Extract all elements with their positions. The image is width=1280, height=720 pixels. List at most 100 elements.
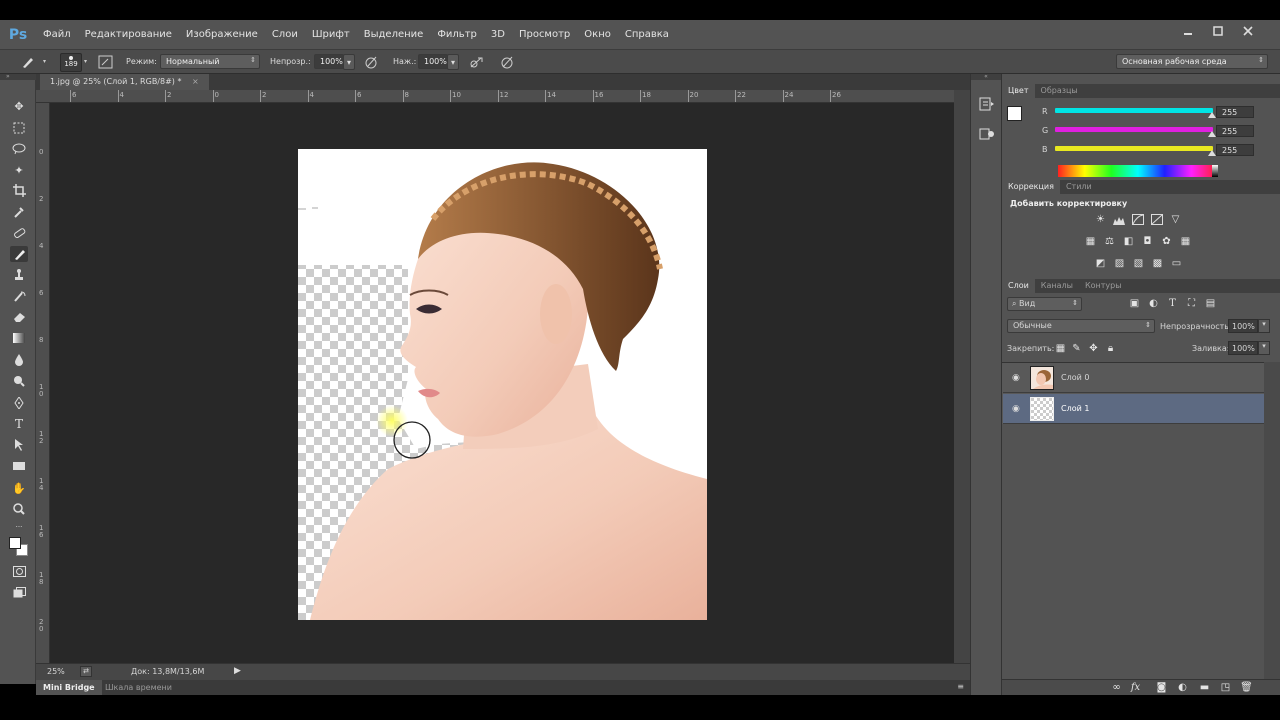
opacity-dropdown-icon[interactable]: ▾ — [343, 54, 355, 70]
opacity-field[interactable]: 100% — [314, 54, 344, 69]
pen-pressure-size-icon[interactable] — [499, 55, 515, 69]
menu-item[interactable]: Фильтр — [430, 20, 484, 49]
invert-icon[interactable]: ◩ — [1094, 258, 1107, 269]
quick-mask-icon[interactable] — [10, 563, 28, 579]
brush-picker-arrow-icon[interactable]: ▾ — [84, 58, 87, 65]
curves-icon[interactable] — [1131, 214, 1144, 225]
fill-field[interactable]: 100% — [1228, 341, 1258, 355]
slider-handle-icon[interactable] — [1208, 150, 1216, 156]
document-tab[interactable]: 1.jpg @ 25% (Слой 1, RGB/8#) * × — [40, 74, 209, 90]
blur-tool-icon[interactable] — [10, 352, 28, 368]
workspace-select[interactable]: Основная рабочая среда ⇕ — [1116, 54, 1268, 69]
lock-pixels-icon[interactable]: ✎ — [1070, 343, 1083, 354]
black-white-icon[interactable]: ◧ — [1122, 236, 1135, 247]
airbrush-icon[interactable] — [469, 55, 485, 69]
foreground-color-swatch[interactable] — [9, 537, 21, 549]
vertical-scrollbar[interactable] — [954, 90, 970, 663]
menu-item[interactable]: Шрифт — [305, 20, 357, 49]
gradient-tool-icon[interactable] — [10, 330, 28, 346]
fill-dropdown-icon[interactable]: ▾ — [1258, 341, 1270, 355]
color-balance-icon[interactable]: ⚖ — [1103, 236, 1116, 247]
tab-adjustments[interactable]: Коррекция — [1002, 180, 1060, 194]
tab-layers[interactable]: Слои — [1002, 279, 1035, 293]
canvas-area[interactable] — [50, 103, 954, 663]
menu-item[interactable]: Изображение — [179, 20, 265, 49]
channel-value[interactable]: 255 — [1216, 144, 1254, 156]
tab-styles[interactable]: Стили — [1060, 180, 1098, 194]
vibrance-icon[interactable]: ▽ — [1169, 214, 1182, 225]
quick-selection-tool-icon[interactable]: ✦ — [10, 162, 28, 178]
filter-type-icon[interactable]: T — [1166, 298, 1179, 309]
minimize-icon[interactable] — [1180, 24, 1196, 38]
lock-position-icon[interactable]: ✥ — [1087, 343, 1100, 354]
lock-transparent-icon[interactable]: ▦ — [1054, 343, 1067, 354]
visibility-eye-icon[interactable]: ◉ — [1012, 373, 1020, 383]
menu-item[interactable]: Выделение — [357, 20, 431, 49]
blend-mode-select[interactable]: Обычные ⇕ — [1007, 319, 1155, 333]
eraser-tool-icon[interactable] — [10, 309, 28, 325]
toolbar-collapse-icon[interactable]: » — [0, 74, 36, 80]
channel-slider[interactable] — [1055, 108, 1213, 113]
color-spectrum-bar[interactable] — [1058, 165, 1218, 177]
type-tool-icon[interactable]: T — [10, 416, 28, 432]
dodge-tool-icon[interactable] — [10, 373, 28, 389]
exposure-icon[interactable] — [1150, 214, 1163, 225]
menu-item[interactable]: 3D — [484, 20, 512, 49]
zoom-tool-icon[interactable] — [10, 501, 28, 517]
channel-slider[interactable] — [1055, 127, 1213, 132]
more-tools-icon[interactable]: ··· — [10, 519, 28, 535]
pen-tool-icon[interactable] — [10, 395, 28, 411]
filter-smart-object-icon[interactable]: ▤ — [1204, 298, 1217, 309]
posterize-icon[interactable]: ▨ — [1113, 258, 1126, 269]
menu-item[interactable]: Редактирование — [78, 20, 179, 49]
path-selection-tool-icon[interactable] — [10, 437, 28, 453]
tool-preset-arrow-icon[interactable]: ▾ — [43, 58, 46, 65]
link-layers-icon[interactable]: ∞ — [1110, 682, 1123, 693]
hand-tool-icon[interactable]: ✋ — [10, 480, 28, 496]
status-export-icon[interactable]: ⇄ — [80, 666, 92, 677]
levels-icon[interactable] — [1112, 214, 1125, 225]
filter-pixel-icon[interactable]: ▣ — [1128, 298, 1141, 309]
screen-mode-icon[interactable] — [10, 584, 28, 600]
layers-scrollbar[interactable] — [1264, 362, 1280, 684]
mode-select[interactable]: Нормальный ⇕ — [160, 54, 260, 69]
channel-mixer-icon[interactable]: ✿ — [1160, 236, 1173, 247]
close-window-icon[interactable] — [1240, 24, 1256, 38]
layer-row-selected[interactable]: ◉ Слой 1 — [1003, 394, 1264, 424]
photo-filter-icon[interactable]: ◘ — [1141, 236, 1154, 247]
crop-tool-icon[interactable] — [10, 182, 28, 198]
document-canvas[interactable] — [298, 149, 707, 620]
move-tool-icon[interactable]: ✥ — [10, 98, 28, 114]
panel-menu-icon[interactable]: ≡ — [957, 682, 964, 691]
brush-tool-icon[interactable] — [20, 55, 36, 69]
healing-brush-tool-icon[interactable] — [10, 225, 28, 241]
rectangle-tool-icon[interactable] — [10, 458, 28, 474]
channel-slider[interactable] — [1055, 146, 1213, 151]
menu-item[interactable]: Просмотр — [512, 20, 577, 49]
close-document-icon[interactable]: × — [192, 77, 199, 86]
tab-timeline[interactable]: Шкала времени — [99, 680, 178, 695]
tab-paths[interactable]: Контуры — [1079, 279, 1128, 293]
filter-shape-icon[interactable]: ⛶ — [1185, 298, 1198, 309]
brush-tool-active-icon[interactable] — [10, 246, 28, 262]
menu-item[interactable]: Окно — [577, 20, 618, 49]
tab-channels[interactable]: Каналы — [1035, 279, 1079, 293]
spectrum-bw[interactable] — [1212, 165, 1218, 177]
status-menu-arrow-icon[interactable]: ▶ — [234, 666, 241, 676]
history-panel-icon[interactable] — [979, 96, 995, 112]
slider-handle-icon[interactable] — [1208, 112, 1216, 118]
slider-handle-icon[interactable] — [1208, 131, 1216, 137]
brightness-icon[interactable]: ☀ — [1094, 214, 1107, 225]
filter-adjustment-icon[interactable]: ◐ — [1147, 298, 1160, 309]
lock-all-icon[interactable]: 🔒︎ — [1104, 343, 1117, 354]
expand-panels-icon[interactable]: « — [971, 74, 1001, 80]
threshold-icon[interactable]: ▧ — [1132, 258, 1145, 269]
zoom-level[interactable]: 25% — [47, 667, 65, 676]
brush-panel-toggle-icon[interactable] — [98, 55, 113, 69]
color-lookup-icon[interactable]: ▦ — [1179, 236, 1192, 247]
new-group-icon[interactable]: ▬ — [1198, 682, 1211, 693]
color-swatches[interactable] — [8, 536, 30, 558]
selective-color-icon[interactable]: ▩ — [1151, 258, 1164, 269]
layer-opacity-field[interactable]: 100% — [1228, 319, 1258, 333]
tab-mini-bridge[interactable]: Mini Bridge — [36, 680, 102, 695]
